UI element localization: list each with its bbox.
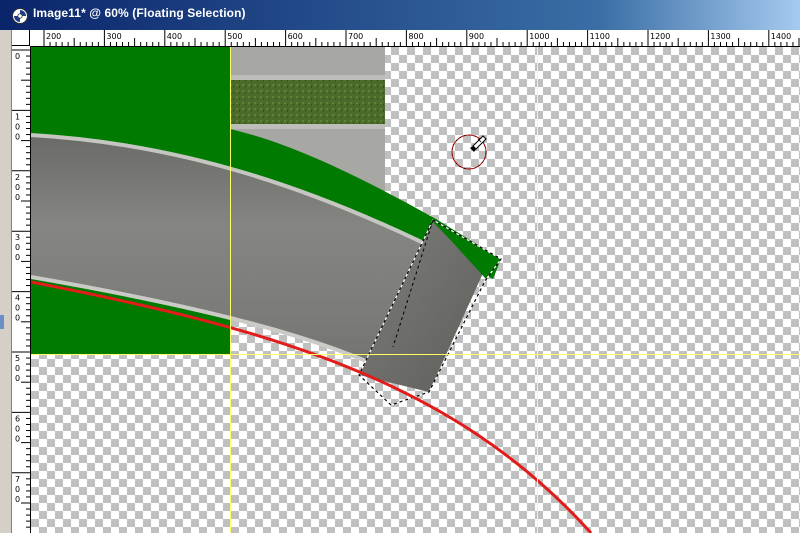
- hruler-label: 1400: [771, 32, 791, 41]
- vruler-label: 0: [15, 485, 20, 494]
- vruler-label: 0: [15, 243, 20, 252]
- vruler-label: 0: [15, 314, 20, 323]
- vruler-label: 1: [15, 112, 20, 121]
- hruler-label: 600: [288, 32, 303, 41]
- hruler-label: 400: [167, 32, 182, 41]
- window-title: Image11* @ 60% (Floating Selection): [33, 6, 246, 20]
- vruler-label: 0: [15, 434, 20, 443]
- vruler-label: 0: [15, 132, 20, 141]
- vruler-label: 0: [15, 374, 20, 383]
- hruler-label: 200: [46, 32, 61, 41]
- hruler-label: 300: [106, 32, 121, 41]
- hruler-label: 800: [408, 32, 423, 41]
- vruler-label: 0: [15, 304, 20, 313]
- hruler-label: 1300: [710, 32, 730, 41]
- vruler-label: 2: [15, 173, 20, 182]
- horizontal-ruler[interactable]: 200 300 400 500 600 700 800 900 1000 1100 1200 1300…: [30, 30, 800, 47]
- vruler-label: 0: [15, 253, 20, 262]
- vruler-label: 0: [15, 183, 20, 192]
- vruler-label: 5: [15, 354, 20, 363]
- hruler-label: 1200: [650, 32, 670, 41]
- ruler-corner: [12, 30, 30, 46]
- grass-strip-curb-top: [230, 75, 385, 80]
- image-canvas[interactable]: [31, 47, 800, 533]
- hruler-label: 900: [469, 32, 484, 41]
- vruler-label: 7: [15, 475, 20, 484]
- vertical-ruler-ticks: 0100200300400500600700: [12, 49, 30, 528]
- hruler-label: 1000: [529, 32, 549, 41]
- vruler-label: 4: [15, 294, 20, 303]
- window-frame-left: [0, 30, 12, 533]
- vruler-label: 3: [15, 233, 20, 242]
- canvas-layers: [31, 47, 800, 533]
- frame-indicator: [0, 315, 4, 329]
- vruler-label: 6: [15, 414, 20, 423]
- hruler-label: 1100: [590, 32, 610, 41]
- vruler-label: 0: [15, 364, 20, 373]
- vruler-label: 0: [15, 193, 20, 202]
- hruler-label: 700: [348, 32, 363, 41]
- vruler-label: 0: [15, 52, 20, 61]
- vruler-label: 0: [15, 424, 20, 433]
- vruler-label: 0: [15, 495, 20, 504]
- grass-strip: [230, 80, 385, 124]
- horizontal-ruler-ticks: 200 300 400 500 600 700 800 900 1000 1100 1200 1300…: [43, 30, 800, 46]
- grass-strip-curb-bottom: [230, 124, 385, 129]
- vruler-label: 0: [15, 122, 20, 131]
- vertical-ruler[interactable]: 0100200300400500600700: [12, 46, 31, 533]
- paint-shop-pro-app-icon[interactable]: [12, 8, 28, 24]
- brush-cursor-icon: [451, 134, 487, 170]
- window-titlebar[interactable]: Image11* @ 60% (Floating Selection): [0, 0, 800, 30]
- hruler-label: 500: [227, 32, 242, 41]
